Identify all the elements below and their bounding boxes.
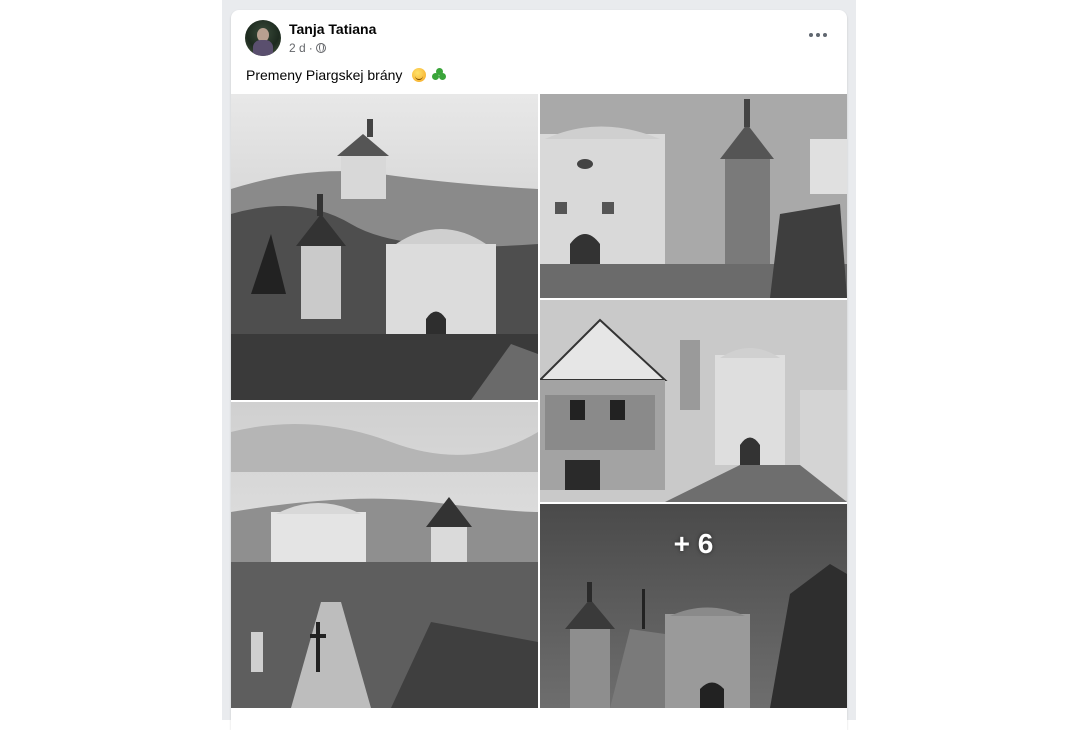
avatar[interactable]: [245, 20, 281, 56]
avatar-body: [253, 40, 273, 56]
post-meta: 2 d ·: [289, 41, 326, 55]
photo-gate-more[interactable]: + 6: [540, 504, 847, 708]
post-author[interactable]: Tanja Tatiana: [289, 21, 376, 37]
photo-gate-painted-house[interactable]: [540, 300, 847, 502]
clover-leaf: [439, 73, 447, 80]
dot-icon: [816, 33, 820, 37]
more-photos-count[interactable]: + 6: [540, 504, 847, 584]
dot-icon: [823, 33, 827, 37]
more-options-button[interactable]: [805, 26, 831, 44]
photo-gate-hillside-castle[interactable]: [231, 94, 538, 400]
smiling-face-icon: [412, 68, 427, 82]
globe-icon[interactable]: [315, 43, 326, 53]
shamrock-icon: [432, 68, 447, 82]
photo-gate-tower-street[interactable]: [540, 94, 847, 298]
post-caption: Premeny Piargskej brány: [246, 67, 447, 83]
clover-leaf: [432, 73, 440, 80]
dot-icon: [809, 33, 813, 37]
post-time[interactable]: 2 d: [289, 41, 306, 55]
caption-text: Premeny Piargskej brány: [246, 67, 403, 83]
photo-gate-cemetery-view[interactable]: [231, 402, 538, 708]
meta-separator: ·: [308, 41, 313, 55]
post-card: Tanja Tatiana 2 d · Premeny Piargskej br…: [231, 10, 847, 730]
